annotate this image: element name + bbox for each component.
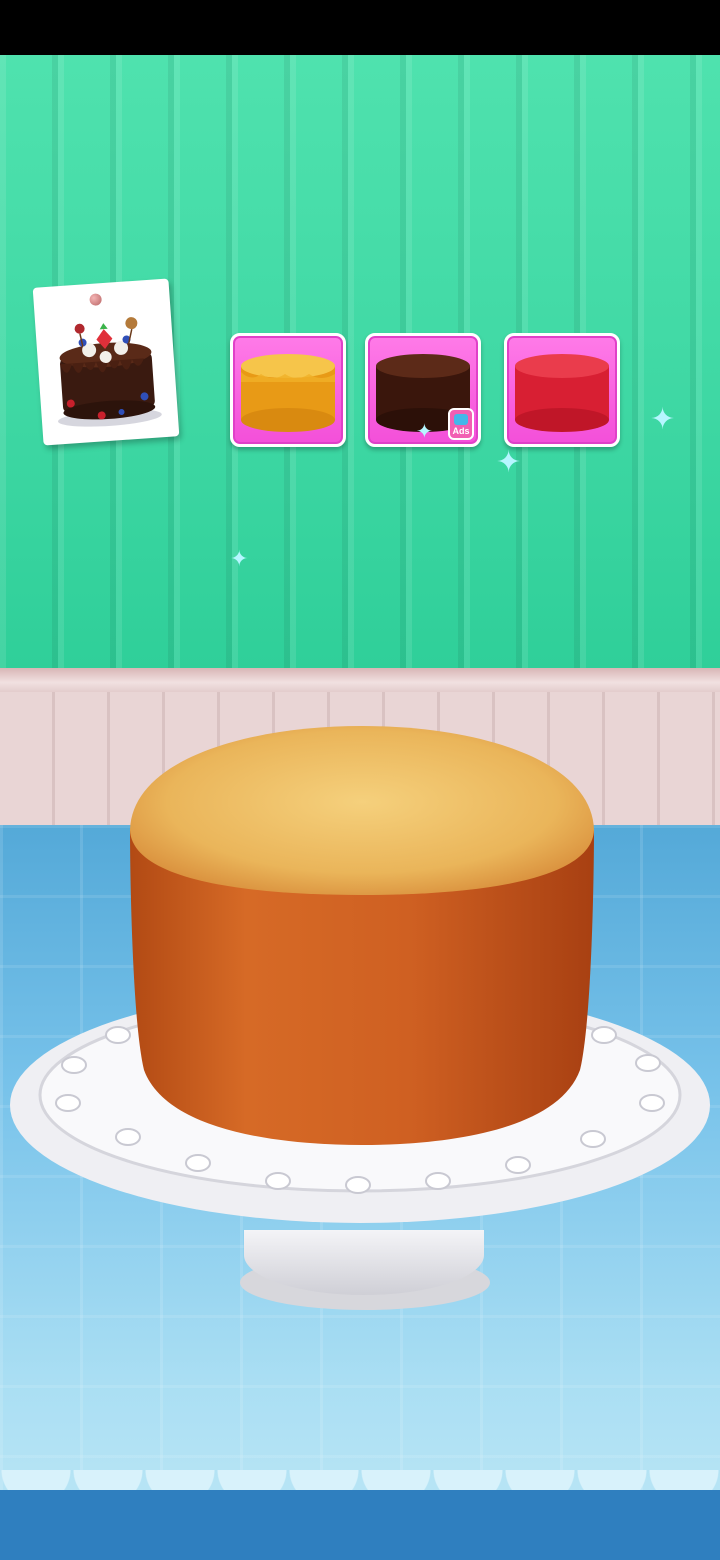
sparkle-icon: ✦	[650, 403, 676, 436]
sponge-cake-icon[interactable]	[126, 720, 598, 1150]
cake-option-red-velvet[interactable]	[504, 333, 620, 447]
ads-label: Ads	[452, 426, 470, 436]
wainscot-rail	[0, 668, 720, 692]
chocolate-cake-icon	[58, 317, 162, 427]
sparkle-icon: ✦	[230, 546, 249, 571]
sparkle-icon: ✦	[496, 446, 522, 479]
status-bar	[0, 0, 720, 55]
recipe-card[interactable]	[32, 278, 180, 446]
ads-badge: Ads	[448, 408, 474, 440]
counter-edge	[0, 1490, 720, 1560]
sparkle-icon: ✦	[416, 421, 433, 443]
tv-play-icon	[454, 414, 468, 425]
red-velvet-cake-icon	[515, 354, 609, 432]
cake-option-vanilla[interactable]	[230, 333, 346, 447]
vanilla-cake-icon	[241, 354, 335, 432]
